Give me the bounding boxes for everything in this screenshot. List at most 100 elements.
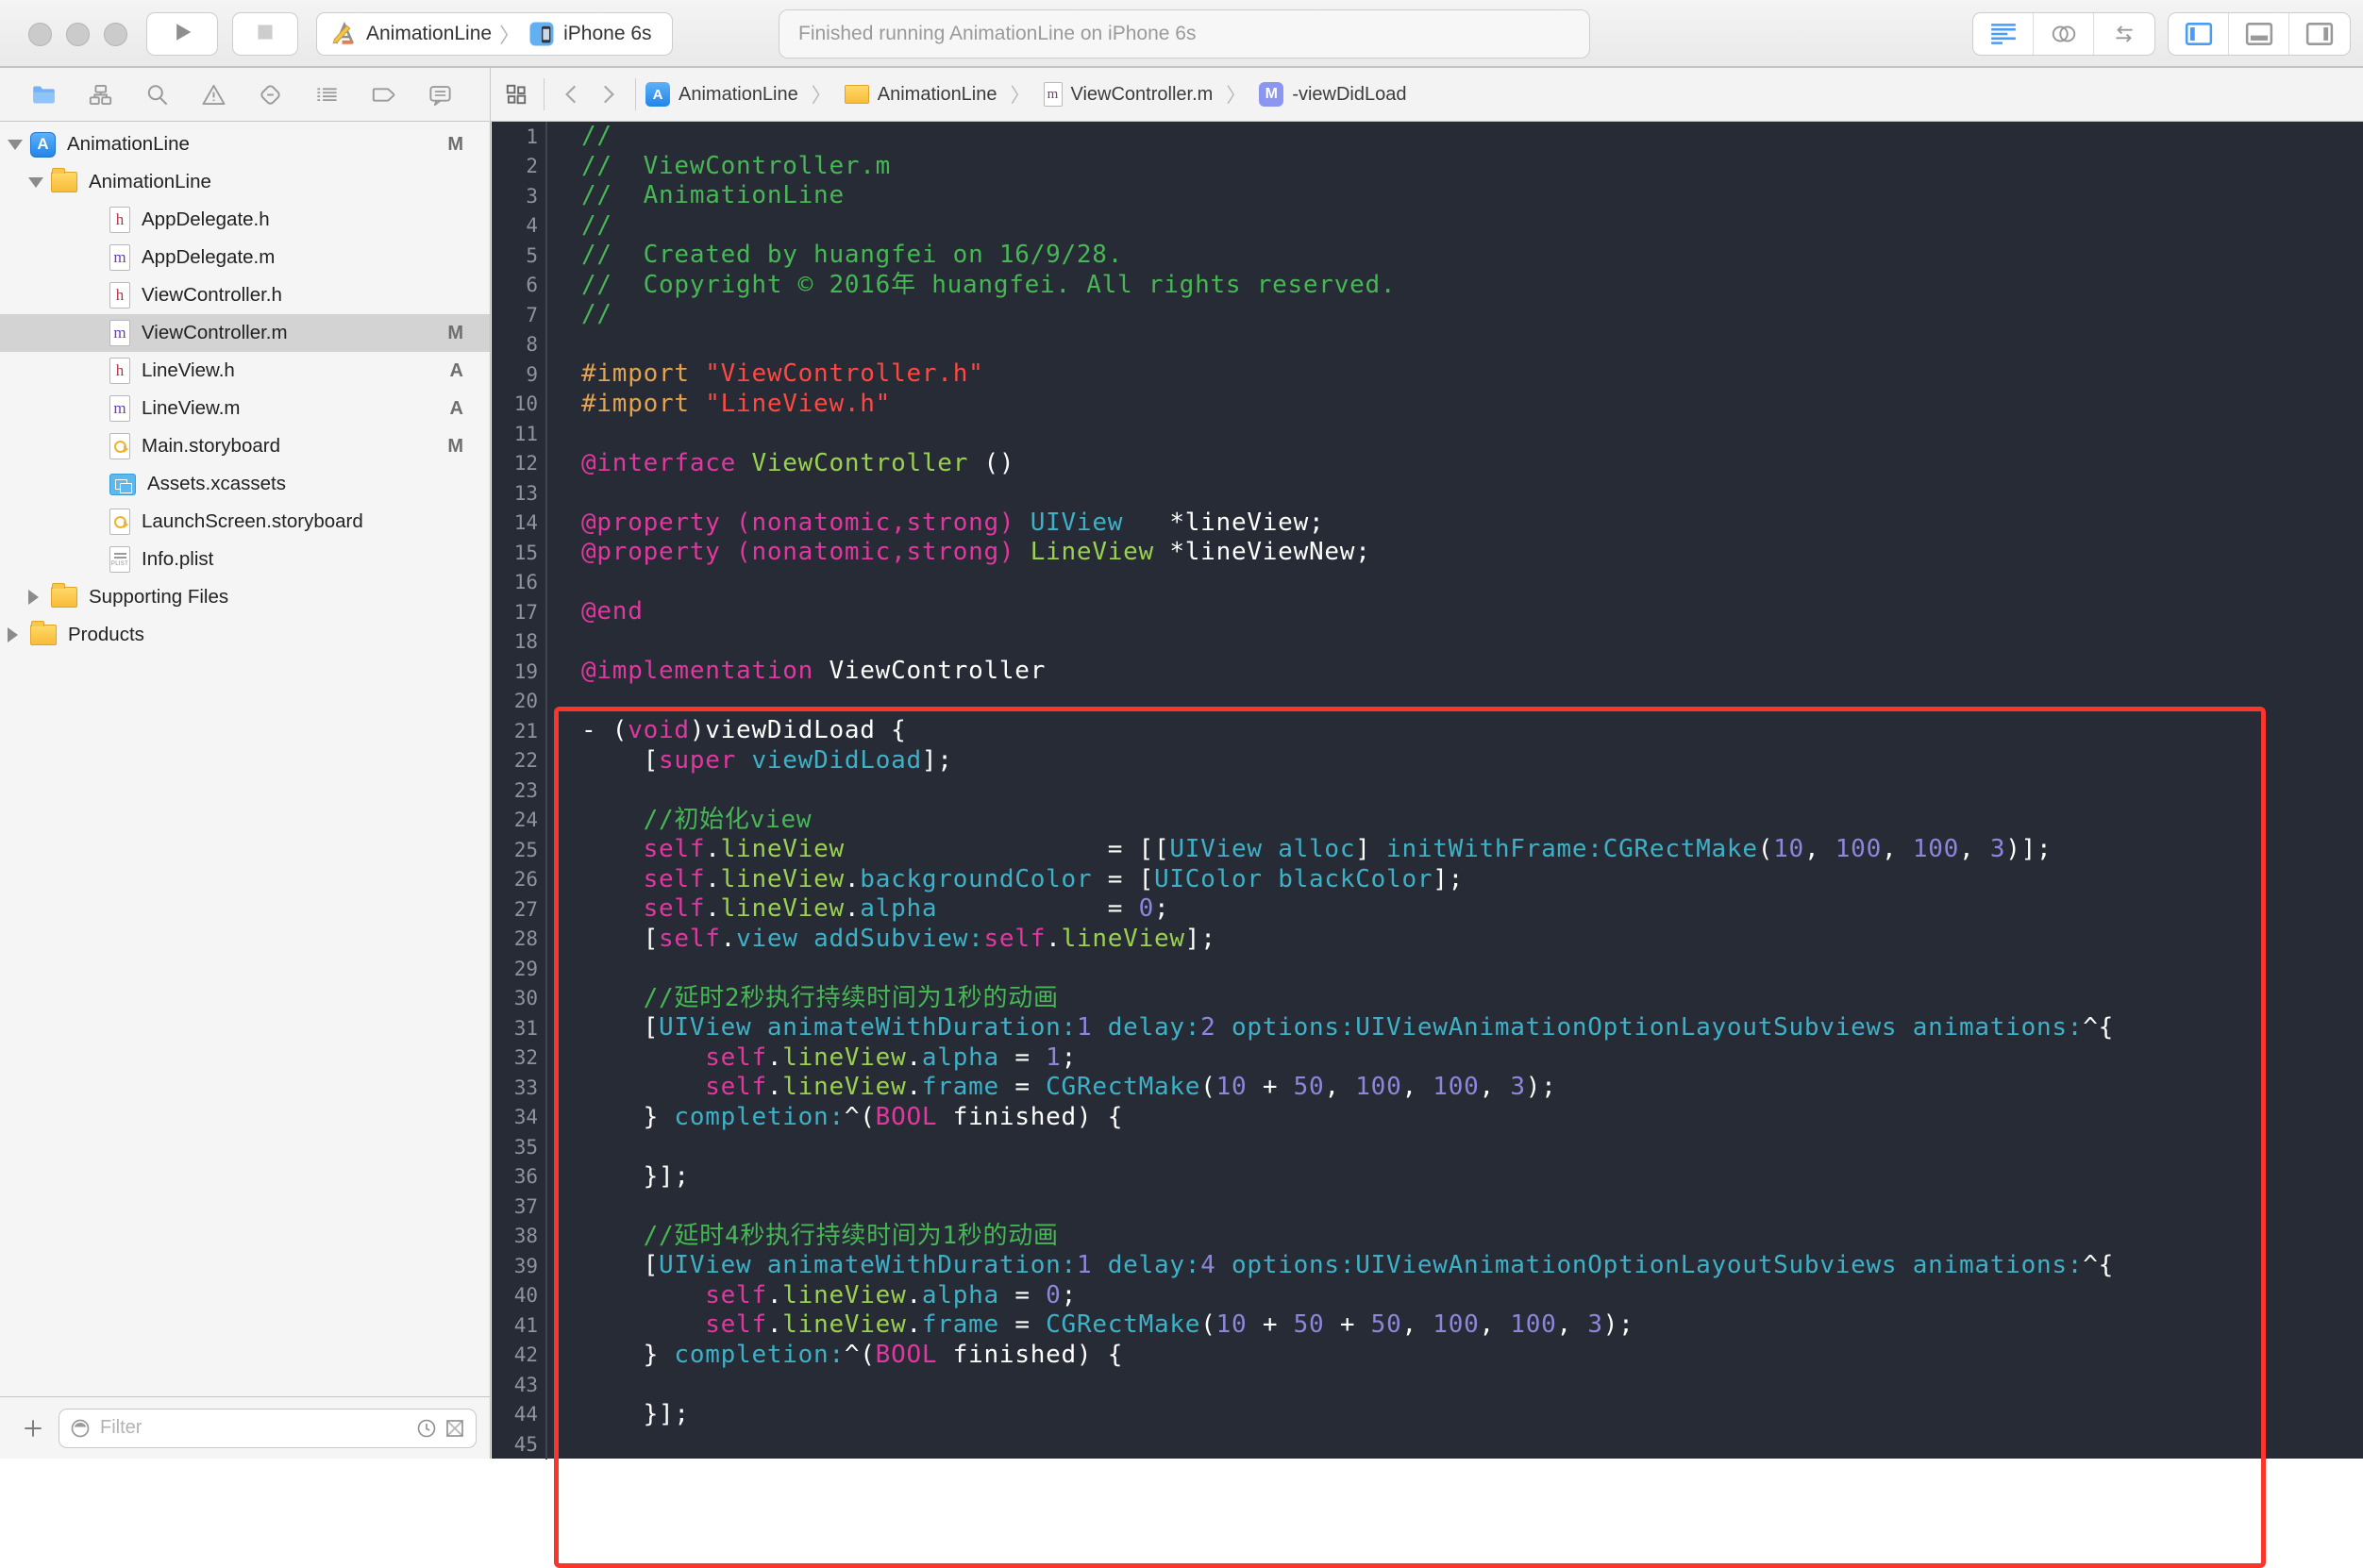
- code-line[interactable]: 43: [492, 1370, 2363, 1400]
- sidebar-item-appdelegate-m[interactable]: mAppDelegate.m: [0, 239, 490, 276]
- code-line[interactable]: 38 //延时4秒执行持续时间为1秒的动画: [492, 1222, 2363, 1252]
- line-number[interactable]: 41: [492, 1314, 545, 1337]
- project-navigator-tab[interactable]: [31, 82, 57, 108]
- code-line[interactable]: 32 self.lineView.alpha = 1;: [492, 1043, 2363, 1074]
- breadcrumb-item-animationline[interactable]: AAnimationLine: [645, 82, 798, 107]
- code-line[interactable]: 5// Created by huangfei on 16/9/28.: [492, 241, 2363, 271]
- minimize-button[interactable]: [66, 23, 90, 46]
- line-number[interactable]: 39: [492, 1255, 545, 1277]
- code-line[interactable]: 27 self.lineView.alpha = 0;: [492, 894, 2363, 925]
- line-number[interactable]: 40: [492, 1284, 545, 1307]
- standard-editor-button[interactable]: [1973, 13, 2034, 55]
- line-number[interactable]: 31: [492, 1017, 545, 1040]
- code-line[interactable]: 33 self.lineView.frame = CGRectMake(10 +…: [492, 1073, 2363, 1103]
- line-number[interactable]: 33: [492, 1076, 545, 1099]
- code-line[interactable]: 37: [492, 1192, 2363, 1222]
- sidebar-item-appdelegate-h[interactable]: hAppDelegate.h: [0, 201, 490, 239]
- filter-input[interactable]: [100, 1417, 415, 1439]
- sidebar-item-supporting-files[interactable]: Supporting Files: [0, 578, 490, 616]
- zoom-button[interactable]: [104, 23, 127, 46]
- code-line[interactable]: 8: [492, 330, 2363, 360]
- line-number[interactable]: 25: [492, 839, 545, 861]
- line-number[interactable]: 7: [492, 304, 545, 326]
- code-line[interactable]: 16: [492, 568, 2363, 598]
- forward-button[interactable]: [595, 82, 620, 107]
- line-number[interactable]: 29: [492, 958, 545, 980]
- line-number[interactable]: 21: [492, 720, 545, 742]
- sidebar-item-lineview-h[interactable]: hLineView.hA: [0, 352, 490, 390]
- filter-field[interactable]: [59, 1409, 477, 1448]
- source-control-filter-icon[interactable]: [444, 1417, 466, 1440]
- recents-clock-icon[interactable]: [415, 1417, 438, 1440]
- line-number[interactable]: 43: [492, 1374, 545, 1396]
- line-number[interactable]: 9: [492, 363, 545, 386]
- code-line[interactable]: 41 self.lineView.frame = CGRectMake(10 +…: [492, 1310, 2363, 1341]
- line-number[interactable]: 42: [492, 1343, 545, 1366]
- line-number[interactable]: 36: [492, 1165, 545, 1188]
- code-line[interactable]: 7//: [492, 300, 2363, 330]
- code-line[interactable]: 44 }];: [492, 1400, 2363, 1430]
- line-number[interactable]: 23: [492, 779, 545, 802]
- line-number[interactable]: 45: [492, 1433, 545, 1456]
- code-line[interactable]: 25 self.lineView = [[UIView alloc] initW…: [492, 835, 2363, 865]
- line-number[interactable]: 4: [492, 214, 545, 237]
- sidebar-item-animationline[interactable]: AAnimationLineM: [0, 125, 490, 163]
- code-line[interactable]: 30 //延时2秒执行持续时间为1秒的动画: [492, 984, 2363, 1014]
- code-line[interactable]: 36 }];: [492, 1162, 2363, 1193]
- code-area[interactable]: 1//2// ViewController.m3// AnimationLine…: [492, 122, 2363, 1460]
- line-number[interactable]: 12: [492, 452, 545, 475]
- back-button[interactable]: [560, 82, 584, 107]
- line-number[interactable]: 34: [492, 1106, 545, 1128]
- line-number[interactable]: 17: [492, 601, 545, 624]
- line-number[interactable]: 20: [492, 690, 545, 712]
- sidebar-item-viewcontroller-m[interactable]: mViewController.mM: [0, 314, 490, 352]
- line-number[interactable]: 10: [492, 392, 545, 415]
- debug-navigator-tab[interactable]: [314, 82, 340, 108]
- breadcrumb-item-animationline[interactable]: AnimationLine: [845, 84, 997, 106]
- sidebar-item-animationline[interactable]: AnimationLine: [0, 163, 490, 201]
- line-number[interactable]: 27: [492, 898, 545, 921]
- line-number[interactable]: 15: [492, 542, 545, 564]
- code-line[interactable]: 26 self.lineView.backgroundColor = [UICo…: [492, 865, 2363, 895]
- line-number[interactable]: 19: [492, 660, 545, 683]
- disclosure-triangle[interactable]: [8, 627, 18, 642]
- code-line[interactable]: 6// Copyright © 2016年 huangfei. All righ…: [492, 271, 2363, 301]
- code-line[interactable]: 40 self.lineView.alpha = 0;: [492, 1281, 2363, 1311]
- line-number[interactable]: 18: [492, 630, 545, 653]
- code-line[interactable]: 9#import "ViewController.h": [492, 359, 2363, 390]
- line-number[interactable]: 38: [492, 1225, 545, 1247]
- line-number[interactable]: 14: [492, 511, 545, 534]
- breadcrumb-item-viewcontroller-m[interactable]: mViewController.m: [1044, 82, 1214, 107]
- panel-bottom-button[interactable]: [2229, 13, 2289, 55]
- code-line[interactable]: 23: [492, 776, 2363, 806]
- line-number[interactable]: 22: [492, 749, 545, 772]
- code-line[interactable]: 31 [UIView animateWithDuration:1 delay:2…: [492, 1013, 2363, 1043]
- sidebar-item-launchscreen-storyboard[interactable]: LaunchScreen.storyboard: [0, 503, 490, 541]
- code-line[interactable]: 19@implementation ViewController: [492, 657, 2363, 687]
- code-line[interactable]: 1//: [492, 122, 2363, 152]
- code-line[interactable]: 20: [492, 687, 2363, 717]
- disclosure-triangle[interactable]: [28, 177, 43, 188]
- code-line[interactable]: 14@property (nonatomic,strong) UIView *l…: [492, 509, 2363, 539]
- line-number[interactable]: 1: [492, 125, 545, 148]
- line-number[interactable]: 32: [492, 1046, 545, 1069]
- code-line[interactable]: 12@interface ViewController (): [492, 449, 2363, 479]
- panel-right-button[interactable]: [2289, 13, 2350, 55]
- breadcrumb-item--viewdidload[interactable]: M-viewDidLoad: [1259, 82, 1406, 107]
- run-button[interactable]: [146, 12, 218, 56]
- code-line[interactable]: 45: [492, 1429, 2363, 1460]
- line-number[interactable]: 35: [492, 1136, 545, 1159]
- code-line[interactable]: 13: [492, 478, 2363, 509]
- version-editor-button[interactable]: [2094, 13, 2154, 55]
- sidebar-item-viewcontroller-h[interactable]: hViewController.h: [0, 276, 490, 314]
- code-line[interactable]: 42 } completion:^(BOOL finished) {: [492, 1341, 2363, 1371]
- code-line[interactable]: 10#import "LineView.h": [492, 390, 2363, 420]
- related-items-button[interactable]: [504, 82, 528, 107]
- line-number[interactable]: 24: [492, 809, 545, 831]
- assistant-editor-button[interactable]: [2034, 13, 2094, 55]
- close-button[interactable]: [28, 23, 52, 46]
- line-number[interactable]: 3: [492, 185, 545, 208]
- panel-left-button[interactable]: [2169, 13, 2229, 55]
- code-line[interactable]: 21- (void)viewDidLoad {: [492, 716, 2363, 746]
- sidebar-item-lineview-m[interactable]: mLineView.mA: [0, 390, 490, 427]
